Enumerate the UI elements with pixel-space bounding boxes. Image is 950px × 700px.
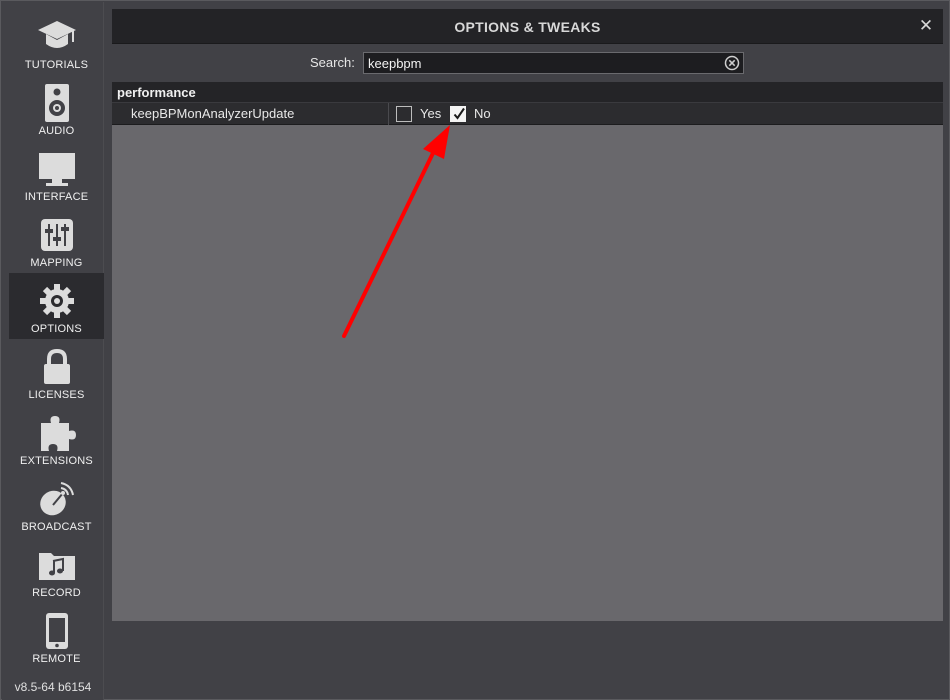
phone-icon — [9, 611, 104, 651]
section-title: performance — [117, 85, 196, 100]
close-icon[interactable]: ✕ — [917, 16, 935, 36]
puzzle-icon — [9, 413, 104, 453]
music-folder-icon — [9, 545, 104, 585]
app-window: TUTORIALS AUDIO INTERFACE MAPPING OPTION… — [0, 0, 950, 700]
search-box — [363, 52, 744, 74]
graduation-cap-icon — [9, 17, 104, 57]
no-label[interactable]: No — [474, 106, 491, 121]
sidebar-item-label: BROADCAST — [21, 521, 92, 533]
sidebar-item-label: RECORD — [32, 587, 81, 599]
column-divider — [388, 103, 389, 125]
dialog-titlebar: OPTIONS & TWEAKS ✕ — [112, 9, 943, 44]
section-header: performance — [112, 82, 943, 103]
gear-icon — [9, 281, 104, 321]
yes-label[interactable]: Yes — [420, 106, 441, 121]
sidebar-item-remote[interactable]: REMOTE — [9, 603, 104, 669]
sidebar-item-tutorials[interactable]: TUTORIALS — [9, 9, 104, 75]
mixer-sliders-icon — [9, 215, 104, 255]
monitor-icon — [9, 149, 104, 189]
sidebar-item-extensions[interactable]: EXTENSIONS — [9, 405, 104, 471]
sidebar-item-licenses[interactable]: LICENSES — [9, 339, 104, 405]
dialog-title: OPTIONS & TWEAKS — [454, 19, 601, 35]
sidebar-item-label: LICENSES — [28, 389, 85, 401]
sidebar-item-record[interactable]: RECORD — [9, 537, 104, 603]
sidebar-item-label: EXTENSIONS — [20, 455, 93, 467]
sidebar-item-label: TUTORIALS — [24, 59, 89, 71]
sidebar-item-options[interactable]: OPTIONS — [9, 273, 104, 339]
version-label: v8.5-64 b6154 — [14, 680, 92, 694]
sidebar-item-mapping[interactable]: MAPPING — [9, 207, 104, 273]
sidebar-item-label: AUDIO — [38, 125, 75, 137]
search-label: Search: — [310, 55, 355, 70]
speaker-icon — [9, 83, 104, 123]
satellite-dish-icon — [9, 479, 104, 519]
search-input[interactable] — [368, 54, 718, 72]
no-checkbox[interactable] — [450, 106, 466, 122]
sidebar-item-interface[interactable]: INTERFACE — [9, 141, 104, 207]
option-name: keepBPMonAnalyzerUpdate — [131, 106, 295, 121]
checkmark-icon — [453, 107, 465, 120]
sidebar-item-label: REMOTE — [32, 653, 81, 665]
sidebar-item-label: MAPPING — [30, 257, 83, 269]
table-row: keepBPMonAnalyzerUpdate Yes No — [112, 103, 943, 125]
sidebar-item-broadcast[interactable]: BROADCAST — [9, 471, 104, 537]
clear-search-icon[interactable] — [724, 55, 740, 71]
options-list: performance keepBPMonAnalyzerUpdate Yes … — [112, 82, 943, 621]
lock-icon — [9, 347, 104, 387]
sidebar-item-label: OPTIONS — [31, 323, 82, 335]
sidebar: TUTORIALS AUDIO INTERFACE MAPPING OPTION… — [2, 2, 104, 700]
sidebar-item-label: INTERFACE — [24, 191, 89, 203]
sidebar-item-audio[interactable]: AUDIO — [9, 75, 104, 141]
yes-checkbox[interactable] — [396, 106, 412, 122]
